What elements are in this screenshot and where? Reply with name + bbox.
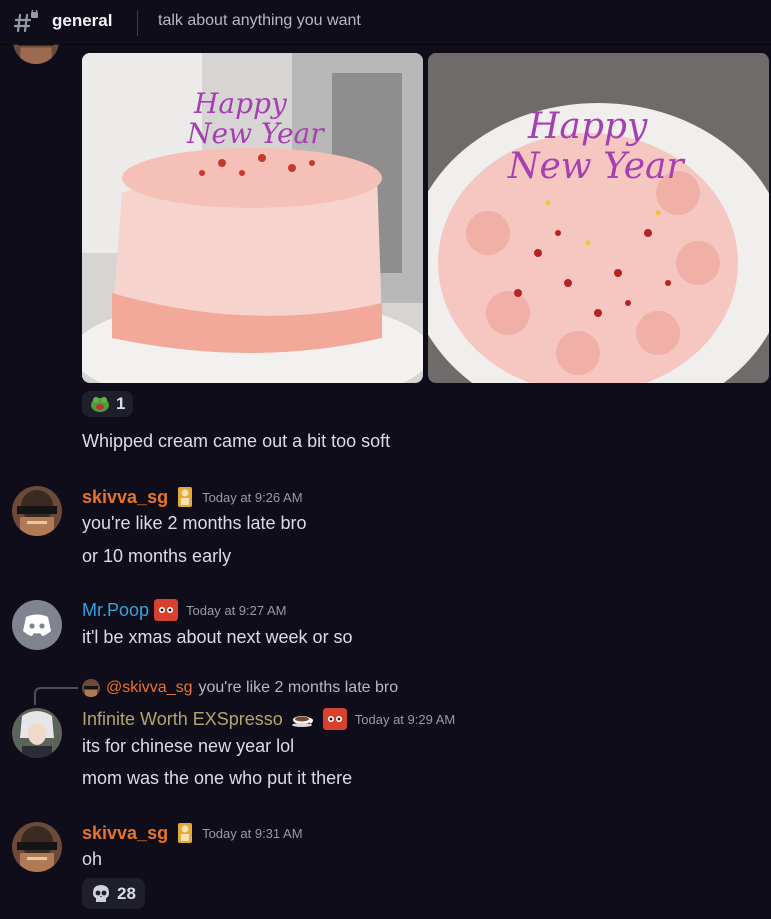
discord-logo-icon [23,614,51,636]
username[interactable]: skivva_sg [82,487,168,508]
channel-topic[interactable]: talk about anything you want [158,12,361,30]
reply-preview[interactable]: @skivva_sg you're like 2 months late bro [82,679,398,697]
message-header: skivva_sg Today at 9:26 AM [82,486,303,508]
timestamp: Today at 9:31 AM [202,825,303,841]
reaction-count: 1 [116,394,126,413]
header-divider [137,10,138,36]
message-text: oh [82,849,103,869]
role-badge-icon [178,487,193,507]
timestamp: Today at 9:26 AM [202,489,303,505]
coffee-cup-icon [291,716,313,727]
reply-text: you're like 2 months late bro [198,679,399,696]
avatar-skivva[interactable] [12,486,62,536]
username[interactable]: skivva_sg [82,823,168,844]
text-channel-hash-icon [14,10,38,33]
message-header: Mr.Poop Today at 9:27 AM [82,599,287,621]
avatar-infinite-worth[interactable] [12,708,62,758]
message-text: its for chinese new year lol [82,736,295,756]
svg-text:Happy: Happy [527,106,648,147]
message-text: or 10 months early [82,546,232,566]
username[interactable]: Infinite Worth EXSpresso [82,709,283,730]
red-character-badge-icon [322,708,347,730]
reply-avatar-icon [82,679,100,697]
reaction-skull-emoji[interactable]: 28 [82,878,145,909]
avatar-skivva[interactable] [12,822,62,872]
frog-emoji-icon [91,397,109,412]
svg-text:New Year: New Year [186,117,325,150]
reaction-count: 28 [117,883,136,903]
message-header: skivva_sg Today at 9:31 AM [82,822,303,844]
message-text: Whipped cream came out a bit too soft [82,431,391,451]
cake-photo-top[interactable]: Happy New Year [428,53,769,383]
reaction-frog-emoji[interactable]: 1 [82,391,134,417]
svg-text:Happy: Happy [193,87,288,120]
reply-username[interactable]: @skivva_sg [106,679,193,697]
timestamp: Today at 9:27 AM [186,602,287,618]
svg-text:New Year: New Year [507,146,685,187]
timestamp: Today at 9:29 AM [354,711,456,727]
cake-photo-side[interactable]: Happy New Year [82,53,423,383]
message-text: it'l be xmas about next week or so [82,627,353,647]
role-badge-icon [178,823,193,843]
username[interactable]: Mr.Poop [82,600,149,621]
channel-header: general talk about anything you want [0,0,771,44]
red-character-badge-icon [154,599,179,621]
reply-spine [34,687,78,705]
message-header: Infinite Worth EXSpresso Today at 9:29 A… [82,708,455,730]
message-text: you're like 2 months late bro [82,513,307,533]
channel-name[interactable]: general [52,11,112,31]
skull-emoji-icon [93,884,109,902]
avatar-mrpoop[interactable] [12,600,62,650]
message-text: mom was the one who put it there [82,768,353,788]
